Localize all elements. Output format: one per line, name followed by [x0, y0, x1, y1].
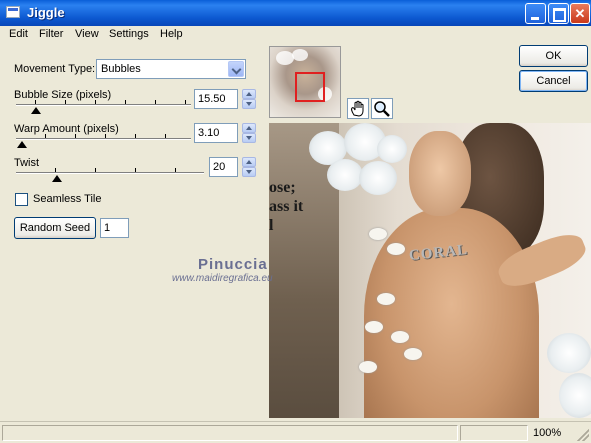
- bubble-size-slider[interactable]: [16, 104, 191, 106]
- bubble-size-input[interactable]: 15.50: [194, 89, 238, 109]
- window-icon: [6, 6, 20, 18]
- slider-tick: [95, 168, 96, 172]
- cancel-button[interactable]: Cancel: [519, 70, 588, 92]
- twist-label: Twist: [14, 157, 40, 169]
- warp-amount-spinner[interactable]: [242, 123, 256, 143]
- preview-petal: [391, 331, 409, 343]
- preview-rose: [327, 159, 363, 191]
- status-panel: [2, 425, 458, 441]
- zoom-icon[interactable]: [371, 98, 393, 119]
- menu-bar: Edit Filter View Settings Help: [0, 26, 591, 45]
- resize-grip-icon[interactable]: [577, 429, 589, 441]
- close-button[interactable]: ✕: [570, 3, 590, 24]
- random-seed-button[interactable]: Random Seed: [14, 217, 96, 239]
- movement-type-label: Movement Type:: [14, 63, 96, 75]
- warp-amount-slider-thumb[interactable]: [17, 141, 27, 148]
- preview-rose: [559, 373, 591, 418]
- twist-spinner[interactable]: [242, 157, 256, 177]
- slider-tick: [175, 168, 176, 172]
- hand-icon[interactable]: [347, 98, 369, 119]
- thumbnail-rose: [292, 49, 308, 61]
- movement-type-select[interactable]: Bubbles: [96, 59, 246, 79]
- preview-petal: [404, 348, 422, 360]
- preview-rose: [547, 333, 591, 373]
- spin-up-icon[interactable]: [242, 157, 256, 167]
- spin-down-icon[interactable]: [242, 99, 256, 109]
- twist-slider-thumb[interactable]: [52, 175, 62, 182]
- slider-tick: [185, 100, 186, 104]
- hand-icon-glyph: [351, 100, 364, 117]
- preview-petal: [377, 293, 395, 305]
- maximize-button[interactable]: [548, 3, 569, 24]
- slider-tick: [75, 134, 76, 138]
- preview-petal: [387, 243, 405, 255]
- title-bar: Jiggle ✕: [0, 0, 591, 26]
- bubble-size-slider-thumb[interactable]: [31, 107, 41, 114]
- preview-canvas[interactable]: ose; ass it l CORAL: [269, 123, 591, 418]
- movement-type-value: Bubbles: [101, 63, 141, 75]
- watermark-name: Pinuccia: [198, 256, 268, 273]
- bubble-size-spinner[interactable]: [242, 89, 256, 109]
- window-title: Jiggle: [27, 5, 65, 20]
- ok-button[interactable]: OK: [519, 45, 588, 67]
- spin-down-icon[interactable]: [242, 133, 256, 143]
- spin-up-icon[interactable]: [242, 89, 256, 99]
- preview-rose: [377, 135, 407, 163]
- slider-tick: [45, 134, 46, 138]
- status-bar: 100%: [0, 421, 591, 443]
- menu-view[interactable]: View: [75, 28, 99, 40]
- dropdown-arrow-icon[interactable]: [228, 61, 244, 77]
- slider-tick: [55, 168, 56, 172]
- slider-tick: [135, 134, 136, 138]
- slider-tick: [155, 100, 156, 104]
- slider-tick: [95, 100, 96, 104]
- preview-petal: [359, 361, 377, 373]
- preview-face: [409, 131, 471, 216]
- spin-down-icon[interactable]: [242, 167, 256, 177]
- twist-input[interactable]: 20: [209, 157, 238, 177]
- poem-line: ass it: [269, 198, 304, 215]
- slider-tick: [65, 100, 66, 104]
- preview-selection-rect[interactable]: [295, 72, 325, 102]
- poem-line: l: [269, 217, 274, 234]
- poem-line: ose;: [269, 179, 296, 196]
- zoom-icon-glyph: [374, 101, 390, 117]
- preview-rose: [359, 161, 397, 195]
- zoom-level: 100%: [533, 427, 562, 439]
- slider-tick: [105, 134, 106, 138]
- menu-filter[interactable]: Filter: [39, 28, 63, 40]
- preview-figure: [364, 208, 539, 418]
- preview-petal: [369, 228, 387, 240]
- seamless-tile-label: Seamless Tile: [33, 193, 102, 205]
- slider-tick: [135, 168, 136, 172]
- watermark: Pinuccia www.maidiregrafica.eu: [172, 256, 273, 284]
- status-panel: [460, 425, 528, 441]
- warp-amount-label: Warp Amount (pixels): [14, 123, 119, 135]
- preview-poem-text: ose; ass it l: [269, 178, 303, 235]
- warp-amount-input[interactable]: 3.10: [194, 123, 238, 143]
- preview-petal: [365, 321, 383, 333]
- warp-amount-slider[interactable]: [16, 138, 191, 140]
- menu-help[interactable]: Help: [160, 28, 183, 40]
- slider-tick: [35, 100, 36, 104]
- slider-tick: [125, 100, 126, 104]
- random-seed-input[interactable]: 1: [100, 218, 129, 238]
- spin-up-icon[interactable]: [242, 123, 256, 133]
- menu-edit[interactable]: Edit: [9, 28, 28, 40]
- watermark-url: www.maidiregrafica.eu: [172, 273, 273, 284]
- slider-tick: [165, 134, 166, 138]
- menu-settings[interactable]: Settings: [109, 28, 149, 40]
- minimize-button[interactable]: [525, 3, 546, 24]
- twist-slider[interactable]: [16, 172, 204, 174]
- seamless-tile-checkbox[interactable]: [15, 193, 28, 206]
- bubble-size-label: Bubble Size (pixels): [14, 89, 112, 101]
